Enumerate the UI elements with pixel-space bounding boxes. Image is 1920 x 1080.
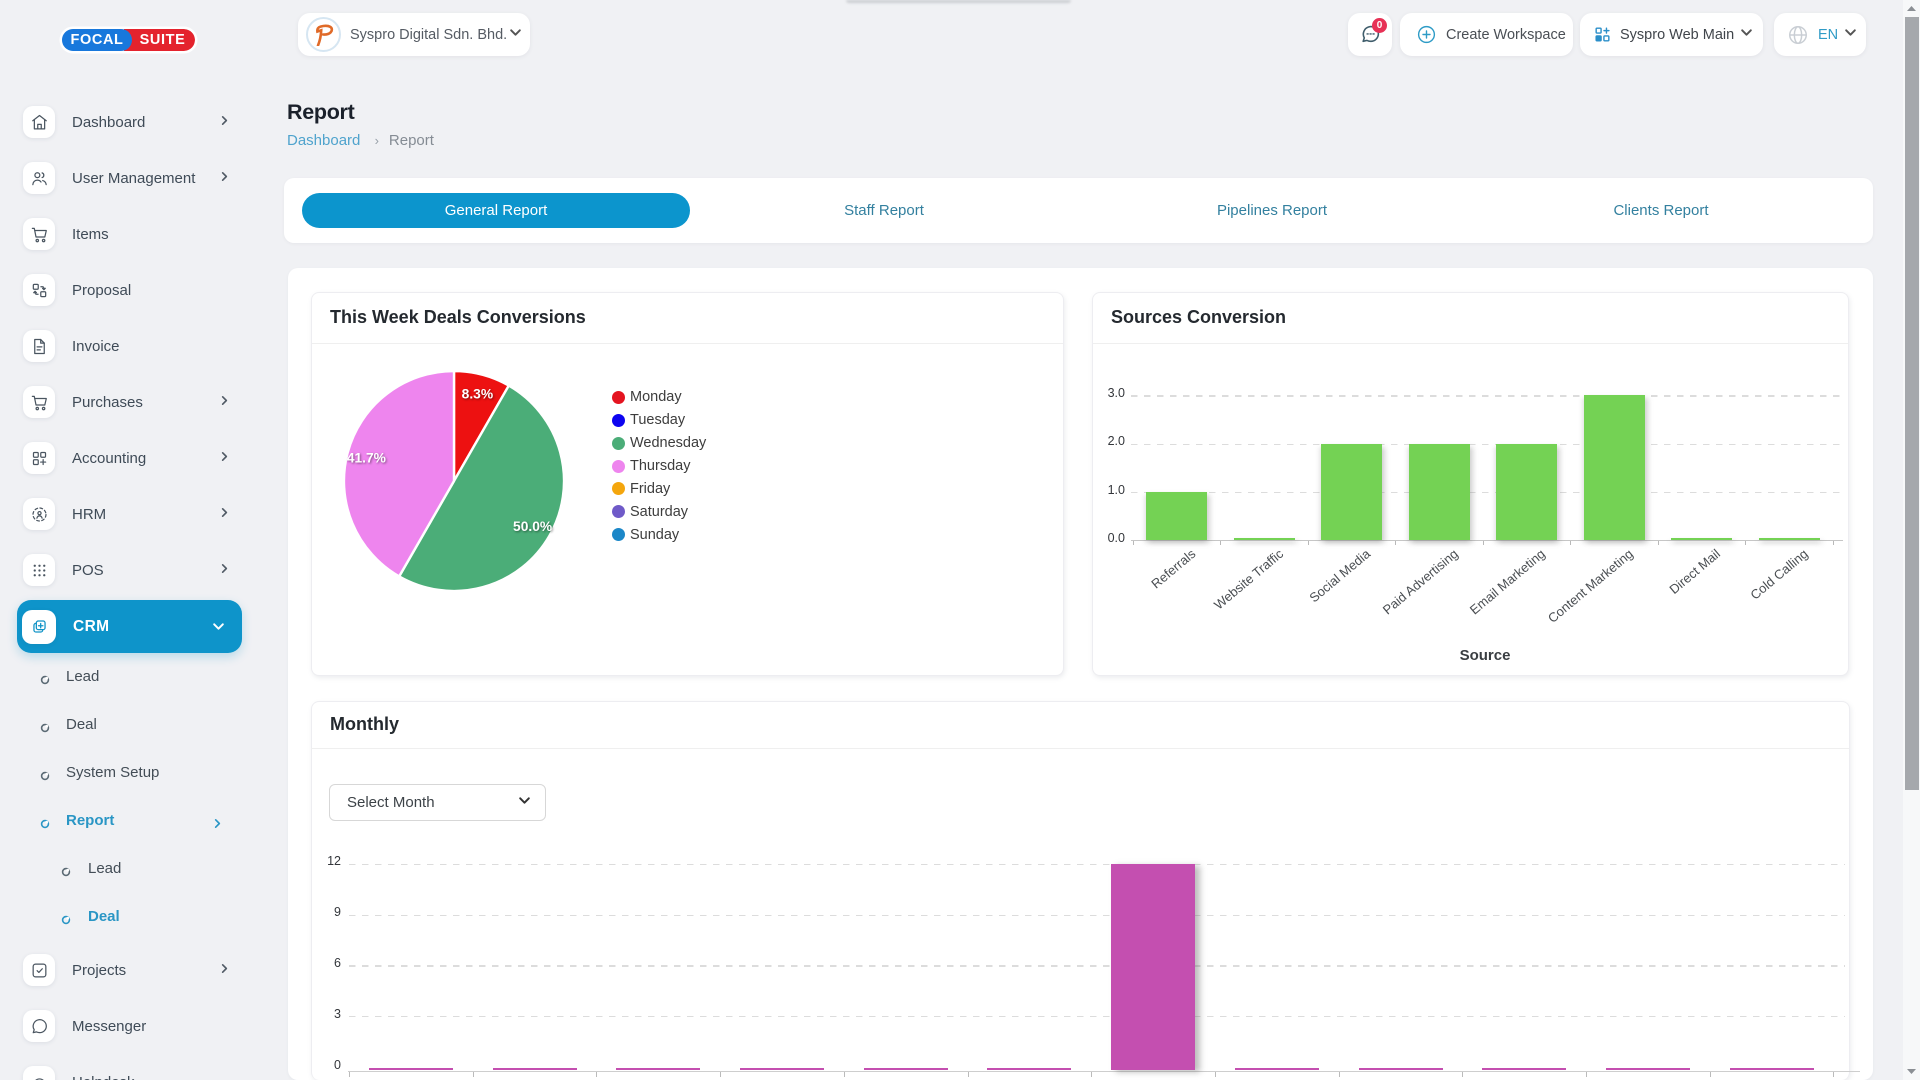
svg-text:8.3%: 8.3% [462,386,493,401]
svg-text:41.7%: 41.7% [347,451,386,466]
svg-text:50.0%: 50.0% [513,519,552,534]
